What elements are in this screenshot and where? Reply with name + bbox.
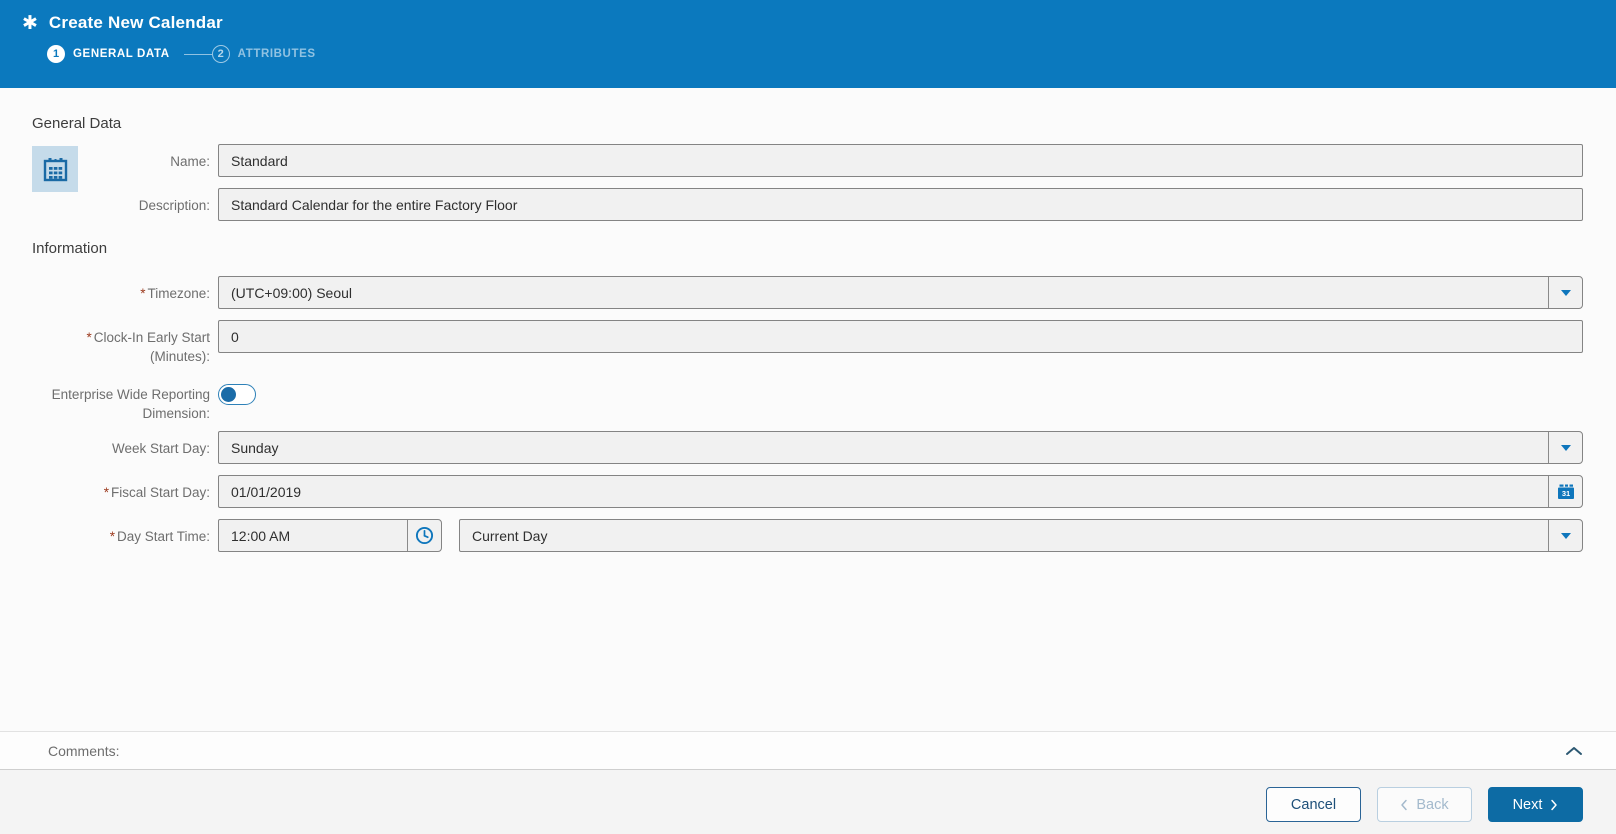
back-button[interactable]: Back	[1377, 787, 1472, 822]
next-button-label: Next	[1512, 796, 1543, 813]
weekstart-select[interactable]: Sunday	[218, 431, 1583, 464]
description-row: Description:	[32, 188, 1583, 221]
form-body: General Data Name: Description: Informat…	[0, 88, 1616, 731]
clockin-row: * Clock-In Early Start (Minutes):	[32, 320, 1583, 366]
required-marker: *	[86, 330, 92, 345]
chevron-left-icon	[1401, 799, 1408, 810]
step-connector-line	[183, 53, 212, 55]
fiscal-date-input[interactable]	[219, 476, 1548, 507]
chevron-down-icon	[1560, 289, 1571, 296]
fiscal-date-field[interactable]: 31	[218, 475, 1583, 508]
timepicker-button[interactable]	[407, 520, 441, 551]
comments-collapse-button[interactable]	[1565, 746, 1583, 756]
weekstart-row: Week Start Day: Sunday	[32, 431, 1583, 464]
daystart-mode-select[interactable]: Current Day	[459, 519, 1583, 552]
chevron-down-icon	[1560, 532, 1571, 539]
daystart-dropdown-button[interactable]	[1548, 520, 1582, 551]
step-2-label: ATTRIBUTES	[237, 48, 316, 60]
required-marker: *	[109, 529, 115, 544]
fiscal-row: *Fiscal Start Day: 31	[32, 475, 1583, 508]
timezone-selected-value: (UTC+09:00) Seoul	[231, 284, 353, 301]
daystart-time-input[interactable]	[219, 520, 407, 551]
page-title: Create New Calendar	[48, 13, 223, 32]
description-label: Description:	[138, 198, 210, 213]
calendar-icon	[43, 157, 67, 181]
enterprise-reporting-row: Enterprise Wide Reporting Dimension:	[32, 377, 1583, 423]
daystart-time-field[interactable]	[218, 519, 442, 552]
clockin-label: * Clock-In Early Start (Minutes):	[86, 330, 210, 364]
enterprise-reporting-label: Enterprise Wide Reporting Dimension:	[51, 387, 210, 421]
timezone-row: * Timezone: (UTC+09:00) Seoul	[32, 276, 1583, 309]
svg-text:31: 31	[1561, 489, 1569, 498]
chevron-up-icon	[1566, 746, 1582, 755]
fiscal-label: * Fiscal Start Day:	[103, 485, 210, 500]
next-button[interactable]: Next	[1488, 787, 1583, 822]
chevron-down-icon	[1560, 444, 1571, 451]
daystart-row: *Day Start Time: Current Day	[32, 519, 1583, 552]
clock-icon	[415, 526, 434, 545]
weekstart-dropdown-button[interactable]	[1548, 432, 1582, 463]
name-row: Name:	[32, 144, 1583, 177]
wizard-header: ✱ Create New Calendar 1 GENERAL DATA 2 A…	[0, 0, 1616, 88]
cancel-button-label: Cancel	[1290, 796, 1337, 813]
description-input[interactable]	[218, 188, 1583, 221]
fiscal-datepicker-button[interactable]: 31	[1548, 476, 1582, 507]
timezone-dropdown-button[interactable]	[1548, 277, 1582, 308]
toggle-knob	[221, 387, 236, 402]
comments-section: Comments:	[0, 731, 1616, 770]
information-heading: Information	[32, 240, 108, 257]
back-button-label: Back	[1416, 796, 1449, 813]
create-asterisk-icon: ✱	[22, 12, 38, 34]
timezone-select[interactable]: (UTC+09:00) Seoul	[218, 276, 1583, 309]
required-marker: *	[103, 485, 109, 500]
daystart-mode-value: Current Day	[472, 527, 548, 544]
chevron-right-icon	[1551, 799, 1558, 810]
step-1-label: GENERAL DATA	[73, 48, 170, 60]
general-data-heading: General Data	[32, 115, 122, 132]
daystart-label: * Day Start Time:	[109, 529, 210, 544]
enterprise-reporting-toggle[interactable]	[218, 384, 256, 405]
calendar-31-icon: 31	[1557, 484, 1574, 499]
name-input[interactable]	[218, 144, 1583, 177]
calendar-entity-icon	[32, 146, 78, 192]
comments-label: Comments:	[48, 742, 120, 759]
timezone-label: * Timezone:	[140, 286, 210, 301]
step-attributes[interactable]: 2 ATTRIBUTES	[211, 45, 316, 63]
weekstart-label: Week Start Day:	[111, 441, 210, 456]
wizard-footer: Cancel Back Next	[0, 770, 1616, 834]
cancel-button[interactable]: Cancel	[1266, 787, 1361, 822]
wizard-step-indicator: 1 GENERAL DATA 2 ATTRIBUTES	[47, 45, 1616, 63]
weekstart-selected-value: Sunday	[231, 439, 279, 456]
step-general-data[interactable]: 1 GENERAL DATA	[47, 45, 170, 63]
step-1-circle: 1	[47, 45, 65, 63]
step-2-circle: 2	[211, 45, 230, 63]
required-marker: *	[140, 286, 146, 301]
clockin-input[interactable]	[218, 320, 1583, 353]
